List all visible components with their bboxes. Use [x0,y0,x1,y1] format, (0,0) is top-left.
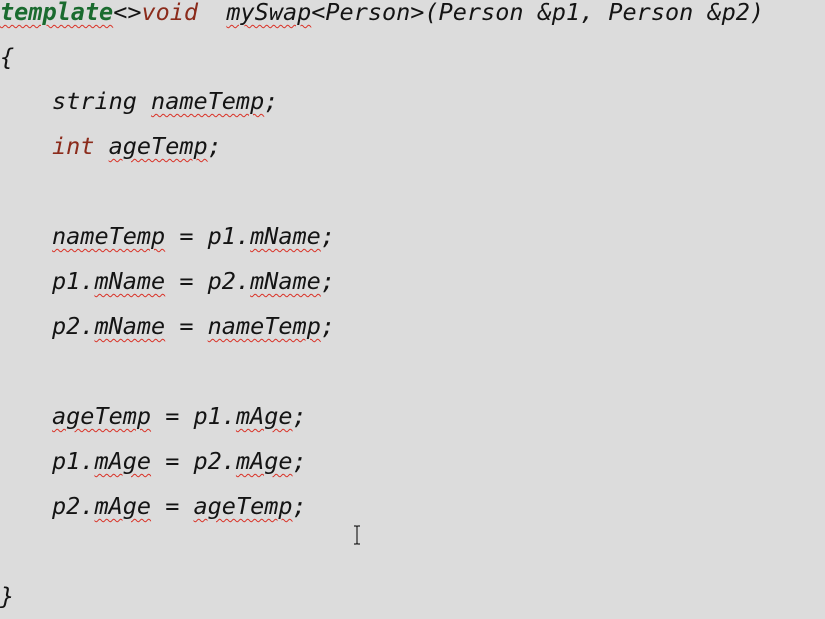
code-token: mName [250,222,321,250]
code-token: ; [320,312,335,340]
code-line[interactable]: p1.mAge = p2.mAge; [52,439,307,484]
code-token: = p2. [165,267,251,295]
code-token: <Person>(Person &p1, Person &p2) [311,0,765,26]
code-line[interactable]: nameTemp = p1.mName; [52,214,335,259]
code-line[interactable]: p2.mAge = ageTemp; [52,484,307,529]
code-token: mName [94,312,166,340]
code-token: { [0,43,15,71]
code-token: } [0,582,15,610]
code-token: ageTemp [108,132,208,160]
code-token: p1. [52,267,95,295]
code-line[interactable]: p1.mName = p2.mName; [52,259,335,304]
text-ibeam-icon [354,525,360,545]
code-token: = [165,312,208,340]
code-token: ; [292,447,307,475]
code-token: nameTemp [207,312,321,340]
code-token: mAge [235,447,293,475]
code-token: <> [113,0,142,26]
code-line[interactable]: { [0,35,14,80]
code-line[interactable]: p2.mName = nameTemp; [52,304,335,349]
code-token: ; [264,87,279,115]
code-token: string [52,87,152,115]
code-token: mySwap [226,0,312,26]
code-line[interactable]: int ageTemp; [52,124,222,169]
code-token: = p1. [151,402,236,430]
code-line[interactable]: template<>void mySwap<Person>(Person &p1… [0,0,764,35]
code-token: p2. [52,492,95,520]
code-token: int [52,132,95,160]
code-token: ; [320,222,335,250]
code-line[interactable]: } [0,574,14,619]
code-token: mAge [94,447,152,475]
code-token: void [141,0,199,26]
code-token: nameTemp [151,87,265,115]
code-token: ageTemp [193,492,293,520]
code-token: mName [250,267,321,295]
code-token: ; [207,132,222,160]
code-token: = [151,492,194,520]
code-token: = p1. [165,222,251,250]
code-line[interactable]: ageTemp = p1.mAge; [52,394,307,439]
code-line[interactable]: string nameTemp; [52,79,278,124]
code-editor[interactable]: template<>void mySwap<Person>(Person &p1… [0,0,825,617]
code-token: nameTemp [52,222,166,250]
code-token: ; [292,402,307,430]
code-token: ; [320,267,335,295]
code-token: ; [292,492,307,520]
code-token: template [0,0,114,26]
code-token: mAge [94,492,152,520]
code-token: p2. [52,312,95,340]
code-token: ageTemp [52,402,152,430]
code-token: p1. [52,447,95,475]
code-token: mName [94,267,166,295]
code-token: = p2. [151,447,236,475]
code-token: mAge [235,402,293,430]
